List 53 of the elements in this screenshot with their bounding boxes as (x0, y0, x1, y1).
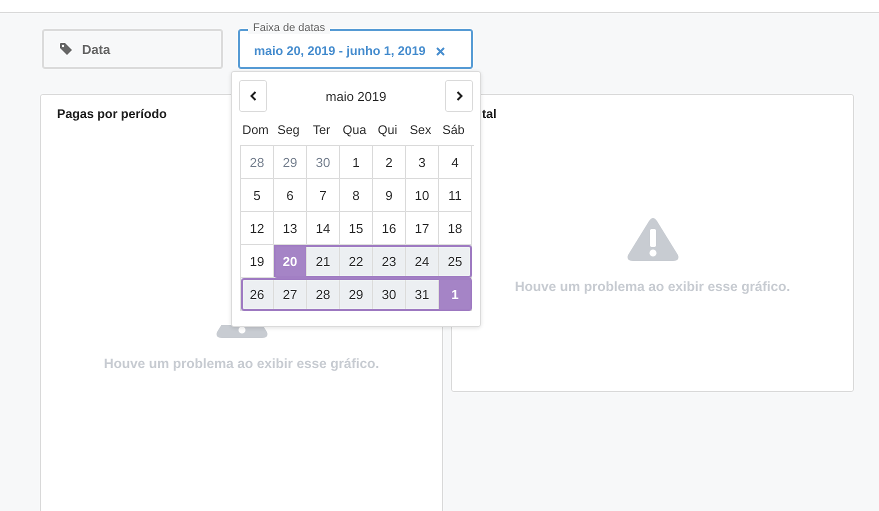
calendar-day[interactable]: 9 (373, 179, 406, 212)
calendar-day[interactable]: 28 (307, 278, 340, 311)
calendar-day[interactable]: 28 (241, 146, 274, 179)
calendar-day[interactable]: 7 (307, 179, 340, 212)
calendar-day[interactable]: 14 (307, 212, 340, 245)
calendar-day[interactable]: 10 (406, 179, 439, 212)
calendar-day[interactable]: 5 (241, 179, 274, 212)
weekday-label: Sex (408, 123, 432, 137)
tag-filter-button[interactable]: Data (42, 29, 223, 69)
close-icon[interactable] (436, 46, 445, 56)
calendar-day[interactable]: 12 (241, 212, 274, 245)
month-title: maio 2019 (326, 88, 386, 104)
date-range-value: maio 20, 2019 - junho 1, 2019 (254, 44, 426, 58)
calendar-day[interactable]: 23 (373, 245, 406, 278)
calendar-day[interactable]: 3 (406, 146, 439, 179)
calendar-day[interactable]: 29 (274, 146, 307, 179)
weekday-label: Qui (376, 123, 398, 137)
calendar-day[interactable]: 4 (439, 146, 472, 179)
calendar-day[interactable]: 16 (373, 212, 406, 245)
calendar-day[interactable]: 24 (406, 245, 439, 278)
weekday-label: Sáb (441, 123, 466, 137)
warning-icon (626, 217, 678, 261)
calendar-day[interactable]: 22 (340, 245, 373, 278)
card-title: Pagas por período (56, 106, 168, 123)
calendar-day[interactable]: 13 (274, 212, 307, 245)
calendar-day[interactable]: 27 (274, 278, 307, 311)
next-month-button[interactable] (445, 80, 473, 112)
calendar-day[interactable]: 2 (373, 146, 406, 179)
calendar-day[interactable]: 1 (340, 146, 373, 179)
calendar-day[interactable]: 6 (274, 179, 307, 212)
weekday-label: Seg (276, 123, 301, 137)
calendar-day[interactable]: 29 (340, 278, 373, 311)
calendar-day[interactable]: 26 (241, 278, 274, 311)
calendar-day[interactable]: 15 (340, 212, 373, 245)
tag-icon (60, 43, 72, 55)
calendar-day[interactable]: 30 (307, 146, 340, 179)
chevron-left-icon (250, 91, 256, 101)
weekday-label: Qua (342, 123, 368, 137)
field-label: Faixa de datas (248, 22, 330, 34)
calendar-day[interactable]: 30 (373, 278, 406, 311)
calendar-day[interactable]: 11 (439, 179, 472, 212)
weekday-label: Ter (312, 123, 332, 137)
previous-month-button[interactable] (239, 80, 267, 112)
calendar-day[interactable]: 17 (406, 212, 439, 245)
calendar-day[interactable]: 25 (439, 245, 472, 278)
weekday-label: Dom (241, 123, 270, 137)
calendar-day[interactable]: 18 (439, 212, 472, 245)
chevron-right-icon (456, 91, 462, 101)
card-title: tal (482, 106, 498, 123)
calendar-day[interactable]: 8 (340, 179, 373, 212)
calendar-day[interactable]: 21 (307, 245, 340, 278)
calendar-day[interactable]: 19 (241, 245, 274, 278)
calendar-day[interactable]: 31 (406, 278, 439, 311)
